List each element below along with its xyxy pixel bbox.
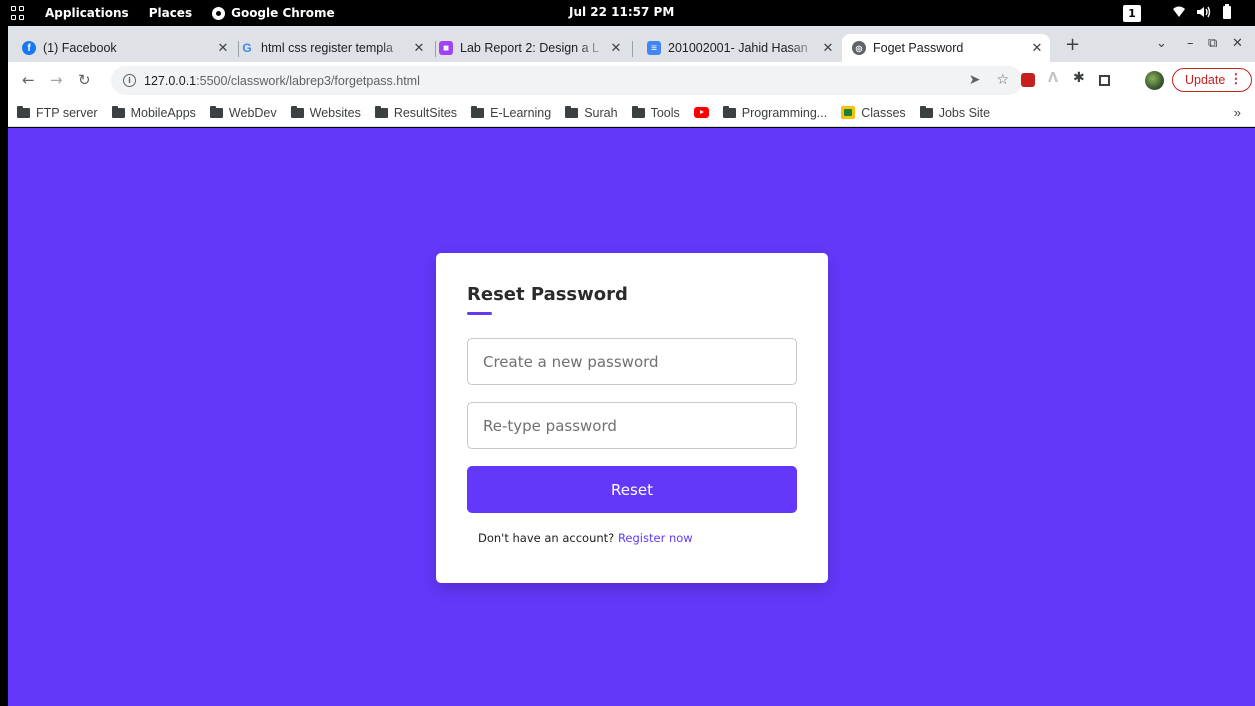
folder-icon [111, 105, 125, 118]
activities-grid-icon[interactable] [11, 6, 25, 20]
reload-icon[interactable]: ↻ [78, 71, 91, 89]
bookmark-websites[interactable]: Websites [290, 105, 361, 120]
url-text[interactable]: 127.0.0.1:5500/classwork/labrep3/forgetp… [144, 74, 420, 88]
close-window-icon[interactable]: ✕ [1232, 36, 1243, 51]
globe-icon: ◎ [852, 41, 866, 55]
title-underline [467, 312, 492, 315]
bookmark-youtube[interactable] [693, 107, 709, 118]
folder-icon [471, 105, 485, 118]
volume-icon [1197, 6, 1211, 17]
tab-lab-report[interactable]: ■ Lab Report 2: Design a L ✕ [429, 34, 629, 62]
bookmark-programming[interactable]: Programming... [722, 105, 827, 120]
bookmark-surah[interactable]: Surah [565, 105, 618, 120]
new-password-input[interactable] [483, 352, 796, 371]
more-menu-icon[interactable]: ⋮ [1229, 71, 1242, 87]
register-now-link[interactable]: Register now [618, 531, 693, 545]
tab-label: html css register templa [261, 41, 393, 55]
tab-strip: f (1) Facebook ✕ G html css register tem… [8, 26, 1255, 62]
google-icon: G [242, 41, 252, 55]
close-tab-icon[interactable]: ✕ [410, 40, 428, 56]
close-tab-icon[interactable]: ✕ [607, 40, 625, 56]
active-app-menu[interactable]: Google Chrome [212, 6, 335, 20]
tab-label: 201002001- Jahid Hasan [668, 41, 808, 55]
wifi-icon [1173, 6, 1185, 17]
profile-avatar[interactable] [1145, 71, 1164, 90]
battery-icon [1223, 4, 1231, 19]
bookmark-classes[interactable]: Classes [841, 106, 906, 120]
system-tray[interactable] [1172, 4, 1232, 19]
tab-search-chevron-down-icon[interactable]: ⌄ [1156, 36, 1167, 51]
youtube-icon [693, 107, 709, 118]
tab-docs[interactable]: ≡ 201002001- Jahid Hasan ✕ [637, 34, 841, 62]
places-menu[interactable]: Places [149, 6, 192, 20]
folder-icon [631, 105, 645, 118]
folder-icon [374, 105, 388, 118]
retype-password-input[interactable] [483, 416, 796, 435]
docs-icon: ≡ [647, 41, 661, 55]
bookmark-ftp-server[interactable]: FTP server [17, 105, 98, 120]
extensions-puzzle-icon[interactable]: ✱ [1073, 70, 1085, 86]
bookmark-resultsites[interactable]: ResultSites [374, 105, 457, 120]
reset-button[interactable]: Reset [467, 466, 797, 513]
close-tab-icon[interactable]: ✕ [819, 40, 837, 56]
minimize-icon[interactable]: – [1187, 36, 1194, 51]
workspace-indicator[interactable]: 1 [1123, 5, 1141, 22]
restore-icon[interactable]: ⧉ [1208, 36, 1217, 51]
active-app-label: Google Chrome [231, 6, 335, 20]
browser-toolbar: ← → ↻ i 127.0.0.1:5500/classwork/labrep3… [8, 62, 1255, 99]
extension-red-icon[interactable] [1021, 73, 1035, 87]
bookmark-star-icon[interactable]: ☆ [996, 72, 1009, 88]
page-viewport: Reset Password Reset Don't have an accou… [8, 128, 1255, 706]
close-tab-icon[interactable]: ✕ [1028, 40, 1046, 56]
bookmark-e-learning[interactable]: E-Learning [471, 105, 551, 120]
bookmark-tools[interactable]: Tools [631, 105, 680, 120]
update-button[interactable]: Update ⋮ [1172, 68, 1253, 92]
folder-icon [565, 105, 579, 118]
folder-icon [290, 105, 304, 118]
tab-label: Lab Report 2: Design a L [460, 41, 599, 55]
retype-password-field-wrapper [467, 402, 797, 449]
tab-google-search[interactable]: G html css register templa ✕ [230, 34, 432, 62]
register-prompt: Don't have an account? Register now [478, 531, 797, 545]
bookmarks-bar: FTP server MobileApps WebDev Websites Re… [8, 99, 1255, 127]
classroom-icon: ■ [439, 41, 453, 55]
bookmark-webdev[interactable]: WebDev [209, 105, 277, 120]
tab-facebook[interactable]: f (1) Facebook ✕ [12, 34, 236, 62]
classes-icon [841, 106, 856, 119]
send-tab-icon[interactable]: ➤ [969, 72, 981, 88]
extension-a-icon[interactable]: Λ [1048, 71, 1058, 86]
back-arrow-icon[interactable]: ← [22, 71, 35, 89]
folder-icon [919, 105, 933, 118]
info-icon[interactable]: i [123, 74, 136, 87]
reset-password-card: Reset Password Reset Don't have an accou… [436, 253, 828, 583]
tab-separator [632, 41, 633, 57]
tab-label: (1) Facebook [43, 41, 117, 55]
forward-arrow-icon[interactable]: → [50, 71, 63, 89]
side-panel-icon[interactable] [1099, 75, 1110, 86]
bookmark-mobileapps[interactable]: MobileApps [111, 105, 196, 120]
facebook-icon: f [22, 41, 36, 55]
bookmark-jobs-site[interactable]: Jobs Site [919, 105, 990, 120]
tab-label: Foget Password [873, 41, 964, 55]
new-password-field-wrapper [467, 338, 797, 385]
address-bar[interactable]: i 127.0.0.1:5500/classwork/labrep3/forge… [111, 66, 1023, 95]
clock[interactable]: Jul 22 11:57 PM [569, 5, 674, 19]
register-prompt-text: Don't have an account? [478, 531, 615, 545]
tab-foget-password[interactable]: ◎ Foget Password ✕ [842, 34, 1050, 62]
new-tab-plus-icon[interactable]: + [1065, 34, 1080, 55]
folder-icon [722, 105, 736, 118]
chrome-icon [212, 6, 226, 20]
system-top-bar: Applications Places Google Chrome Jul 22… [0, 0, 1255, 26]
folder-icon [17, 105, 30, 118]
form-title: Reset Password [467, 284, 797, 315]
applications-menu[interactable]: Applications [45, 6, 129, 20]
folder-icon [209, 105, 223, 118]
more-bookmarks-chevron-icon[interactable]: » [1234, 105, 1241, 120]
